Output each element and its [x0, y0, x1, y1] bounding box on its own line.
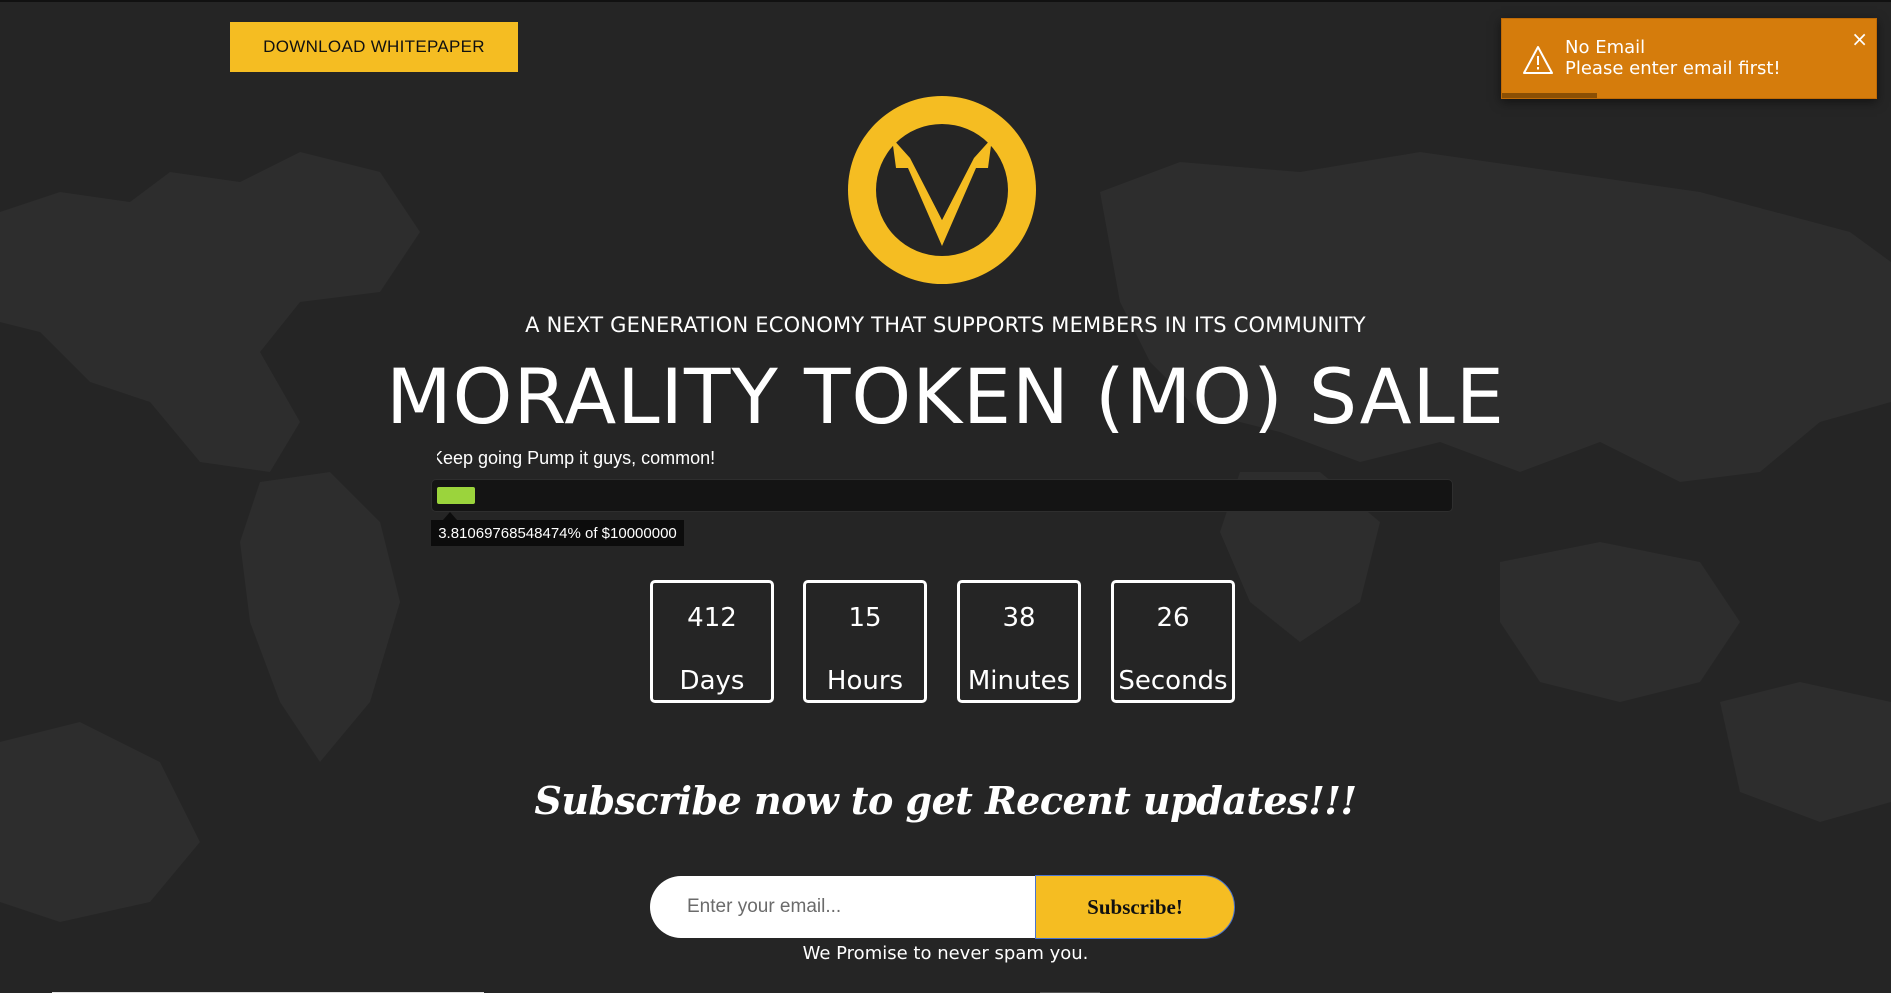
countdown-hours: 15 Hours [803, 580, 927, 703]
page-title: MORALITY TOKEN (MO) SALE [386, 352, 1505, 441]
progress-caption: Keep going Pump it guys, common! [437, 448, 716, 468]
countdown-days-label: Days [679, 666, 745, 696]
countdown-minutes: 38 Minutes [957, 580, 1081, 703]
morality-logo [848, 96, 1036, 284]
close-icon[interactable]: × [1851, 29, 1868, 49]
subscribe-heading: Subscribe now to get Recent updates!!! [534, 778, 1357, 823]
email-input[interactable] [650, 876, 1035, 938]
warning-icon [1523, 46, 1553, 74]
countdown-days-value: 412 [687, 603, 737, 633]
countdown-seconds-label: Seconds [1118, 666, 1228, 696]
download-whitepaper-button[interactable]: DOWNLOAD WHITEPAPER [230, 22, 518, 72]
sale-progress-fill [437, 487, 475, 504]
countdown-hours-label: Hours [826, 666, 904, 696]
subscribe-button[interactable]: Subscribe! [1035, 875, 1235, 939]
countdown-hours-value: 15 [848, 603, 882, 633]
countdown-minutes-label: Minutes [967, 666, 1071, 696]
countdown-minutes-value: 38 [1002, 603, 1036, 633]
sale-progress-bar [431, 479, 1453, 512]
toast-timer-bar [1502, 93, 1597, 98]
toast-message: Please enter email first! [1565, 58, 1781, 79]
page: DOWNLOAD WHITEPAPER No Email Please ente… [0, 0, 1891, 993]
progress-tooltip: 3.81069768548474% of $10000000 [431, 512, 684, 546]
toast-title: No Email [1565, 37, 1646, 58]
countdown-days: 412 Days [650, 580, 774, 703]
no-spam-note: We Promise to never spam you. [802, 943, 1089, 964]
hero-tagline: A NEXT GENERATION ECONOMY THAT SUPPORTS … [525, 313, 1366, 337]
no-email-toast: No Email Please enter email first! × [1501, 18, 1877, 99]
countdown-seconds: 26 Seconds [1111, 580, 1235, 703]
countdown-seconds-value: 26 [1156, 603, 1190, 633]
